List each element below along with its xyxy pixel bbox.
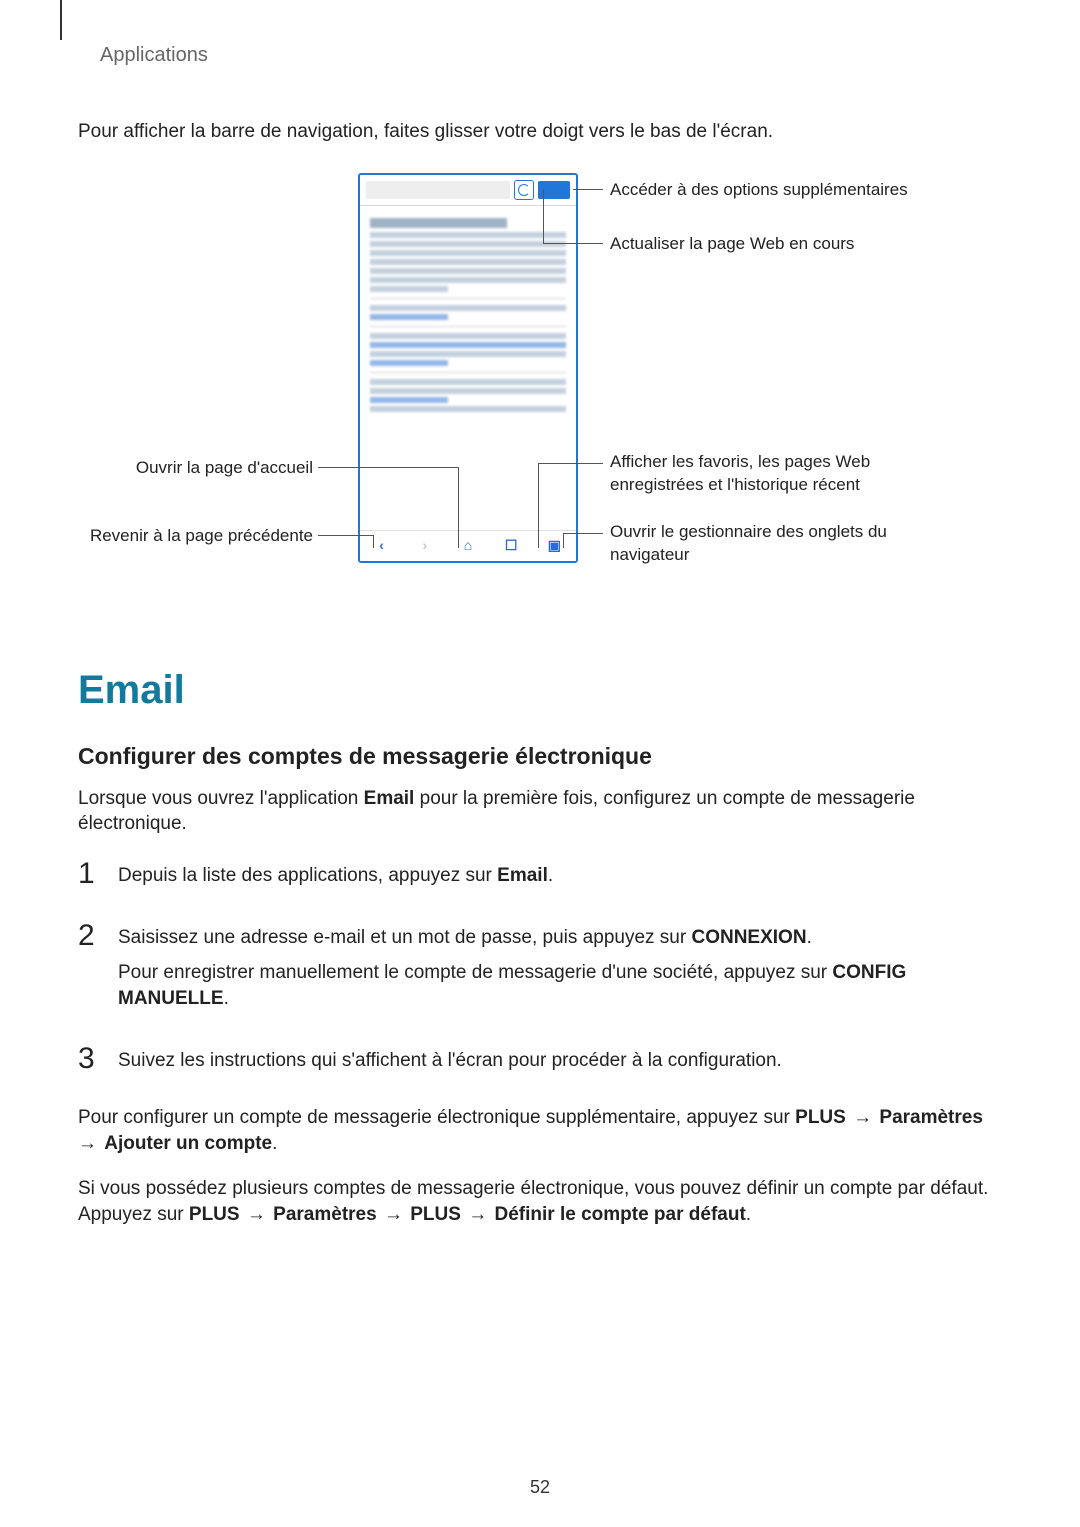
after-steps-2: Si vous possédez plusieurs comptes de me… bbox=[78, 1176, 1002, 1227]
section-lead: Lorsque vous ouvrez l'application Email … bbox=[78, 786, 1002, 837]
section-title: Email bbox=[78, 663, 1002, 717]
home-icon: ⌂ bbox=[459, 537, 477, 555]
refresh-icon bbox=[514, 180, 534, 200]
step-number: 2 bbox=[78, 921, 100, 1022]
step-2: 2 Saisissez une adresse e-mail et un mot… bbox=[78, 921, 1002, 1022]
step-number: 3 bbox=[78, 1044, 100, 1084]
back-icon: ‹ bbox=[373, 537, 391, 555]
bold-text: Paramètres bbox=[273, 1204, 377, 1225]
bold-text: Paramètres bbox=[879, 1107, 983, 1128]
arrow-icon: → bbox=[846, 1107, 880, 1128]
text: Saisissez une adresse e-mail et un mot d… bbox=[118, 927, 691, 948]
browser-toolbar: ‹ › ⌂ ☐ ▣ bbox=[360, 530, 576, 561]
steps-list: 1 Depuis la liste des applications, appu… bbox=[78, 859, 1002, 1083]
text: . bbox=[746, 1204, 751, 1225]
breadcrumb: Applications bbox=[100, 42, 1002, 69]
bold-text: Email bbox=[364, 788, 415, 809]
lead-line bbox=[538, 463, 539, 548]
bold-text: Ajouter un compte bbox=[104, 1133, 272, 1154]
text: . bbox=[224, 988, 229, 1009]
page-number: 52 bbox=[0, 1475, 1080, 1499]
callout-tabs: Ouvrir le gestionnaire des onglets du na… bbox=[598, 521, 940, 567]
bold-text: CONNEXION bbox=[691, 927, 806, 948]
lead-line bbox=[318, 535, 373, 536]
browser-figure: ‹ › ⌂ ☐ ▣ Accéder à des options suppléme… bbox=[78, 173, 1002, 603]
text: Lorsque vous ouvrez l'application bbox=[78, 788, 364, 809]
lead-line bbox=[373, 535, 374, 548]
step-number: 1 bbox=[78, 859, 100, 899]
callout-favorites: Afficher les favoris, les pages Web enre… bbox=[598, 451, 950, 497]
bold-text: Définir le compte par défaut bbox=[495, 1204, 746, 1225]
bold-text: PLUS bbox=[795, 1107, 846, 1128]
step-1: 1 Depuis la liste des applications, appu… bbox=[78, 859, 1002, 899]
bookmark-icon: ☐ bbox=[502, 537, 520, 555]
tabs-icon: ▣ bbox=[545, 537, 563, 555]
callout-refresh: Actualiser la page Web en cours bbox=[598, 233, 930, 256]
arrow-icon: → bbox=[377, 1204, 411, 1225]
text: Pour enregistrer manuellement le compte … bbox=[118, 962, 832, 983]
text: Suivez les instructions qui s'affichent … bbox=[118, 1048, 1002, 1074]
text: . bbox=[807, 927, 812, 948]
bold-text: PLUS bbox=[189, 1204, 240, 1225]
callout-home: Ouvrir la page d'accueil bbox=[78, 457, 325, 480]
intro-text: Pour afficher la barre de navigation, fa… bbox=[78, 119, 1002, 145]
lead-line bbox=[318, 467, 458, 468]
after-steps-1: Pour configurer un compte de messagerie … bbox=[78, 1105, 1002, 1156]
forward-icon: › bbox=[416, 537, 434, 555]
lead-line bbox=[563, 533, 564, 548]
step-3: 3 Suivez les instructions qui s'affichen… bbox=[78, 1044, 1002, 1084]
lead-line bbox=[543, 243, 603, 244]
text: Pour configurer un compte de messagerie … bbox=[78, 1107, 795, 1128]
bold-text: Email bbox=[497, 865, 548, 886]
arrow-icon: → bbox=[461, 1204, 495, 1225]
arrow-icon: → bbox=[240, 1204, 274, 1225]
text: . bbox=[272, 1133, 277, 1154]
url-field bbox=[366, 181, 510, 199]
phone-mock: ‹ › ⌂ ☐ ▣ bbox=[358, 173, 578, 563]
section-subtitle: Configurer des comptes de messagerie éle… bbox=[78, 741, 1002, 772]
text: Depuis la liste des applications, appuye… bbox=[118, 865, 497, 886]
lead-line bbox=[538, 463, 603, 464]
callout-back: Revenir à la page précédente bbox=[78, 525, 325, 548]
lead-line bbox=[543, 189, 544, 243]
lead-line bbox=[458, 467, 459, 548]
bold-text: PLUS bbox=[410, 1204, 461, 1225]
callout-more-options: Accéder à des options supplémentaires bbox=[598, 179, 910, 202]
text: . bbox=[548, 865, 553, 886]
lead-line bbox=[563, 533, 603, 534]
header-mark bbox=[60, 0, 62, 40]
